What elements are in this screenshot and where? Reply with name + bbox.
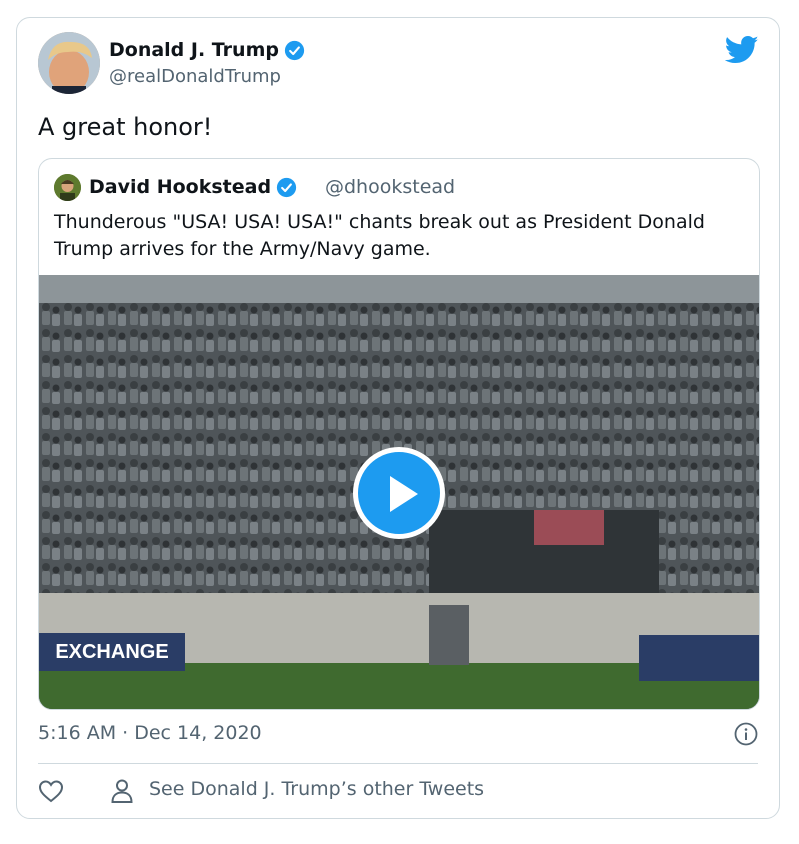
author-handle[interactable]: @realDonaldTrump <box>109 66 281 87</box>
see-other-tweets-link[interactable]: See Donald J. Trump’s other Tweets <box>149 778 484 800</box>
person-icon <box>111 779 133 803</box>
verified-badge-icon <box>276 177 297 197</box>
quoted-tweet-text: Thunderous "USA! USA! USA!" chants break… <box>54 211 705 260</box>
quoted-author-handle[interactable]: @dhookstead <box>325 176 455 198</box>
play-button[interactable] <box>353 447 445 539</box>
video-thumbnail[interactable]: EXCHANGE <box>39 275 759 709</box>
author-name[interactable]: Donald J. Trump <box>109 39 305 61</box>
tweet-text: A great honor! <box>38 113 213 141</box>
author-avatar[interactable] <box>38 32 100 94</box>
divider <box>38 763 758 764</box>
quoted-author-avatar[interactable] <box>54 174 81 201</box>
heart-icon[interactable] <box>38 779 64 803</box>
tweet-timestamp[interactable]: 5:16 AM · Dec 14, 2020 <box>38 722 262 744</box>
twitter-bird-icon[interactable] <box>725 35 759 65</box>
exchange-sign: EXCHANGE <box>39 633 185 671</box>
verified-badge-icon <box>284 40 305 60</box>
info-icon[interactable] <box>734 722 758 746</box>
play-icon <box>390 476 418 512</box>
tweet-card: Donald J. Trump @realDonaldTrump A great… <box>16 17 780 819</box>
quoted-author-name[interactable]: David Hookstead <box>89 176 297 198</box>
quoted-tweet[interactable]: David Hookstead @dhookstead Thunderous "… <box>38 158 760 710</box>
